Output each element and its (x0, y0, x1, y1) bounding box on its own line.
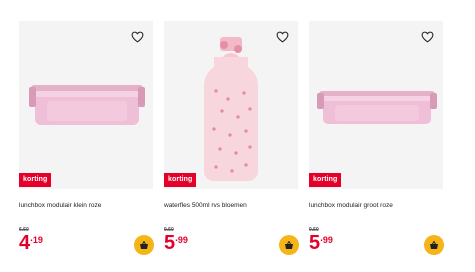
product-image[interactable]: korting (164, 21, 298, 189)
lunchbox-image (29, 85, 145, 125)
discount-badge: korting (164, 173, 197, 187)
product-image[interactable]: korting (19, 21, 153, 189)
shopping-basket-icon (285, 240, 293, 249)
add-to-cart-button[interactable] (279, 235, 299, 255)
product-card[interactable]: korting lunchbox modulair groot roze 9.5… (309, 21, 444, 261)
product-title[interactable]: lunchbox modulair groot roze (309, 202, 443, 209)
shopping-basket-icon (430, 240, 438, 249)
current-price: 5 . 99 (309, 233, 333, 253)
add-to-cart-button[interactable] (424, 235, 444, 255)
favorite-heart-icon[interactable] (129, 29, 145, 45)
price-euros: 4 (19, 232, 31, 254)
price-euros: 5 (164, 232, 176, 254)
favorite-heart-icon[interactable] (419, 29, 435, 45)
price-cents: 19 (32, 235, 43, 245)
price-cents: 99 (322, 235, 333, 245)
discount-badge: korting (19, 173, 52, 187)
discount-badge: korting (309, 173, 342, 187)
product-card[interactable]: korting waterfles 500ml rvs bloemen 9.50… (164, 21, 299, 261)
lunchbox-image (317, 91, 437, 124)
add-to-cart-button[interactable] (134, 235, 154, 255)
current-price: 4 . 19 (19, 233, 43, 253)
water-bottle-image (204, 37, 258, 181)
price-cents: 99 (177, 235, 188, 245)
shopping-basket-icon (140, 240, 148, 249)
product-image[interactable]: korting (309, 21, 443, 189)
product-title[interactable]: waterfles 500ml rvs bloemen (164, 202, 298, 209)
product-card[interactable]: korting lunchbox modulair klein roze 6.5… (19, 21, 154, 261)
current-price: 5 . 99 (164, 233, 188, 253)
product-title[interactable]: lunchbox modulair klein roze (19, 202, 153, 209)
favorite-heart-icon[interactable] (274, 29, 290, 45)
price-euros: 5 (309, 232, 321, 254)
